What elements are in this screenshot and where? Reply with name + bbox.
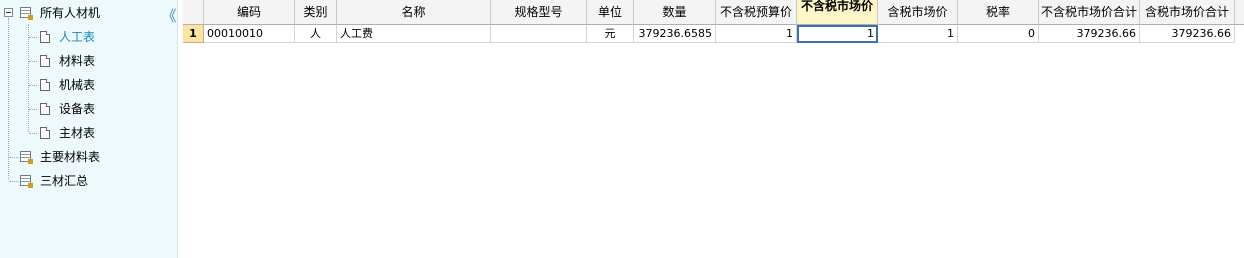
- column-header-total-ex-tax[interactable]: 不含税市场价合计: [1039, 0, 1140, 25]
- cell-quantity[interactable]: 379236.6585: [634, 25, 716, 43]
- tree-node-label: 设备表: [59, 102, 96, 116]
- cell-unit[interactable]: 元: [587, 25, 634, 43]
- tree-node-label: 人工表: [59, 30, 96, 44]
- tree-node-label: 主材表: [59, 126, 96, 140]
- row-header[interactable]: 1: [183, 25, 204, 43]
- tree-node-label: 三材汇总: [40, 174, 89, 188]
- column-header-category[interactable]: 类别: [295, 0, 337, 25]
- double-chevron-left-icon[interactable]: 《: [160, 7, 178, 25]
- column-header-budget-price[interactable]: 不含税预算价: [716, 0, 797, 25]
- tree-node-label: 主要材料表: [40, 150, 101, 164]
- cell-market-price-ex-tax[interactable]: 1: [797, 25, 878, 43]
- tree-panel: 《 所有人材机 人工表 材料表 机械表 设备表 主材表 主要材料表 三材汇总: [0, 0, 178, 258]
- document-icon: [40, 127, 50, 139]
- column-header-quantity[interactable]: 数量: [634, 0, 716, 25]
- column-header-market-price-ex-tax[interactable]: 不含税市场价: [797, 0, 878, 25]
- column-header-total-inc-tax[interactable]: 含税市场价合计: [1140, 0, 1235, 25]
- tree-node-main-material[interactable]: 主材表: [0, 123, 170, 143]
- column-header-code[interactable]: 编码: [204, 0, 295, 25]
- column-header-tax-rate[interactable]: 税率: [958, 0, 1039, 25]
- resource-grid: 编码 类别 名称 规格型号 单位 数量 不含税预算价 不含税市场价 含税市场价 …: [183, 0, 1244, 258]
- column-header-spec[interactable]: 规格型号: [491, 0, 587, 25]
- document-icon: [40, 103, 50, 115]
- column-header-unit[interactable]: 单位: [587, 0, 634, 25]
- tree-node-label: 机械表: [59, 78, 96, 92]
- table-icon: [20, 175, 33, 188]
- cell-total-inc-tax[interactable]: 379236.66: [1140, 25, 1235, 43]
- column-header-name[interactable]: 名称: [337, 0, 491, 25]
- table-icon: [20, 7, 33, 20]
- cell-tax-rate[interactable]: 0: [958, 25, 1039, 43]
- column-header-filler: [1235, 0, 1244, 25]
- tree-node-label: 材料表: [59, 54, 96, 68]
- tree-node-key-materials[interactable]: 主要材料表: [0, 147, 170, 167]
- document-icon: [40, 31, 50, 43]
- cell-name[interactable]: 人工费: [337, 25, 491, 43]
- tree-node-labor[interactable]: 人工表: [0, 27, 170, 47]
- grid-corner[interactable]: [183, 0, 204, 25]
- cell-code[interactable]: 00010010: [204, 25, 295, 43]
- cell-budget-price[interactable]: 1: [716, 25, 797, 43]
- table-icon: [20, 151, 33, 164]
- cell-category[interactable]: 人: [295, 25, 337, 43]
- collapse-tree-icon[interactable]: [4, 8, 13, 17]
- cell-market-price-inc-tax[interactable]: 1: [878, 25, 958, 43]
- document-icon: [40, 55, 50, 67]
- cell-total-ex-tax[interactable]: 379236.66: [1039, 25, 1140, 43]
- tree-node-material[interactable]: 材料表: [0, 51, 170, 71]
- tree-node-machinery[interactable]: 机械表: [0, 75, 170, 95]
- tree-node-label: 所有人材机: [40, 6, 101, 20]
- tree-node-three-materials[interactable]: 三材汇总: [0, 171, 170, 191]
- tree-node-root[interactable]: 所有人材机: [0, 3, 160, 23]
- tree-node-equipment[interactable]: 设备表: [0, 99, 170, 119]
- cell-spec[interactable]: [491, 25, 587, 43]
- column-header-market-price-inc-tax[interactable]: 含税市场价: [878, 0, 958, 25]
- document-icon: [40, 79, 50, 91]
